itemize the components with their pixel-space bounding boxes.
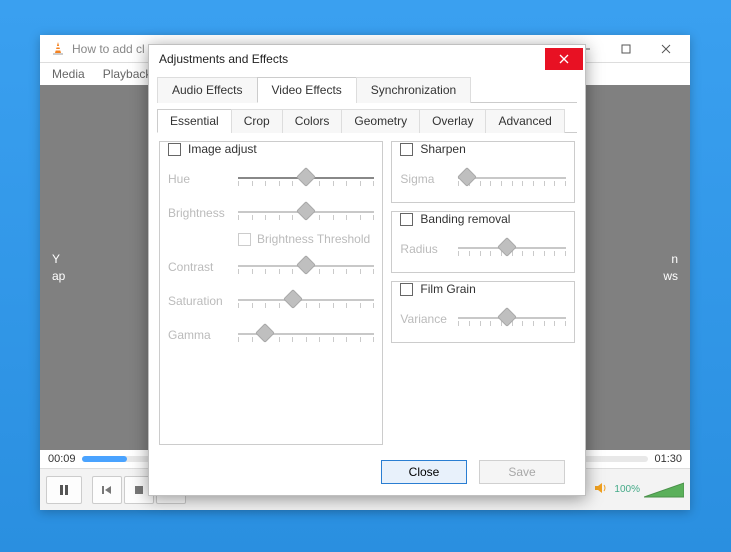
label-saturation: Saturation: [168, 294, 232, 308]
close-window-button[interactable]: [646, 36, 686, 62]
dialog-title: Adjustments and Effects: [159, 52, 545, 66]
subtab-geometry[interactable]: Geometry: [341, 109, 420, 133]
group-label-banding: Banding removal: [417, 212, 513, 226]
main-tab-row: Audio Effects Video Effects Synchronizat…: [157, 77, 577, 103]
adjustments-effects-dialog: Adjustments and Effects Audio Effects Vi…: [148, 44, 586, 496]
group-label-image-adjust: Image adjust: [185, 142, 260, 156]
time-total: 01:30: [654, 453, 682, 465]
group-image-adjust: Image adjust Hue Brightness Brightness T…: [159, 141, 383, 445]
slider-sigma[interactable]: [458, 167, 566, 191]
video-text-fragment: ws: [663, 268, 678, 285]
slider-saturation[interactable]: [238, 289, 374, 313]
checkbox-sharpen[interactable]: [400, 143, 413, 156]
tab-audio-effects[interactable]: Audio Effects: [157, 77, 258, 103]
checkbox-brightness-threshold[interactable]: [238, 233, 251, 246]
dialog-footer: Close Save: [149, 455, 585, 495]
slider-variance[interactable]: [458, 307, 566, 331]
dialog-close-button[interactable]: [545, 48, 583, 70]
label-radius: Radius: [400, 242, 452, 256]
time-elapsed: 00:09: [48, 453, 76, 465]
subtab-colors[interactable]: Colors: [282, 109, 343, 133]
volume-value: 100%: [614, 484, 640, 495]
tab-video-effects[interactable]: Video Effects: [257, 77, 357, 103]
close-button[interactable]: Close: [381, 460, 467, 484]
label-hue: Hue: [168, 172, 232, 186]
seek-fill: [82, 456, 127, 462]
sub-tab-row: Essential Crop Colors Geometry Overlay A…: [157, 109, 577, 133]
group-label-sharpen: Sharpen: [417, 142, 468, 156]
group-film-grain: Film Grain Variance: [391, 281, 575, 343]
slider-radius[interactable]: [458, 237, 566, 261]
label-gamma: Gamma: [168, 328, 232, 342]
subtab-essential[interactable]: Essential: [157, 109, 232, 133]
label-contrast: Contrast: [168, 260, 232, 274]
subtab-advanced[interactable]: Advanced: [485, 109, 564, 133]
slider-brightness[interactable]: [238, 201, 374, 225]
dialog-titlebar[interactable]: Adjustments and Effects: [149, 45, 585, 73]
brightness-threshold-row: Brightness Threshold: [238, 232, 374, 246]
group-sharpen: Sharpen Sigma: [391, 141, 575, 203]
volume-triangle[interactable]: [644, 481, 684, 499]
checkbox-banding-removal[interactable]: [400, 213, 413, 226]
slider-hue[interactable]: [238, 167, 374, 191]
group-banding-removal: Banding removal Radius: [391, 211, 575, 273]
slider-contrast[interactable]: [238, 255, 374, 279]
checkbox-film-grain[interactable]: [400, 283, 413, 296]
label-brightness: Brightness: [168, 206, 232, 220]
video-text-fragment: n: [671, 251, 678, 268]
slider-gamma[interactable]: [238, 323, 374, 347]
subtab-overlay[interactable]: Overlay: [419, 109, 486, 133]
tab-synchronization[interactable]: Synchronization: [356, 77, 471, 103]
video-text-fragment: Y: [52, 251, 60, 268]
video-text-fragment: ap: [52, 268, 65, 285]
subtab-crop[interactable]: Crop: [231, 109, 283, 133]
speaker-icon: [594, 481, 610, 498]
pause-button[interactable]: [46, 476, 82, 504]
group-label-film-grain: Film Grain: [417, 282, 478, 296]
vlc-cone-icon: [50, 41, 66, 57]
label-variance: Variance: [400, 312, 452, 326]
save-button: Save: [479, 460, 565, 484]
label-brightness-threshold: Brightness Threshold: [257, 232, 370, 246]
menu-media[interactable]: Media: [44, 65, 93, 83]
checkbox-image-adjust[interactable]: [168, 143, 181, 156]
prev-button[interactable]: [92, 476, 122, 504]
volume-control[interactable]: 100%: [594, 481, 684, 499]
maximize-button[interactable]: [606, 36, 646, 62]
label-sigma: Sigma: [400, 172, 452, 186]
